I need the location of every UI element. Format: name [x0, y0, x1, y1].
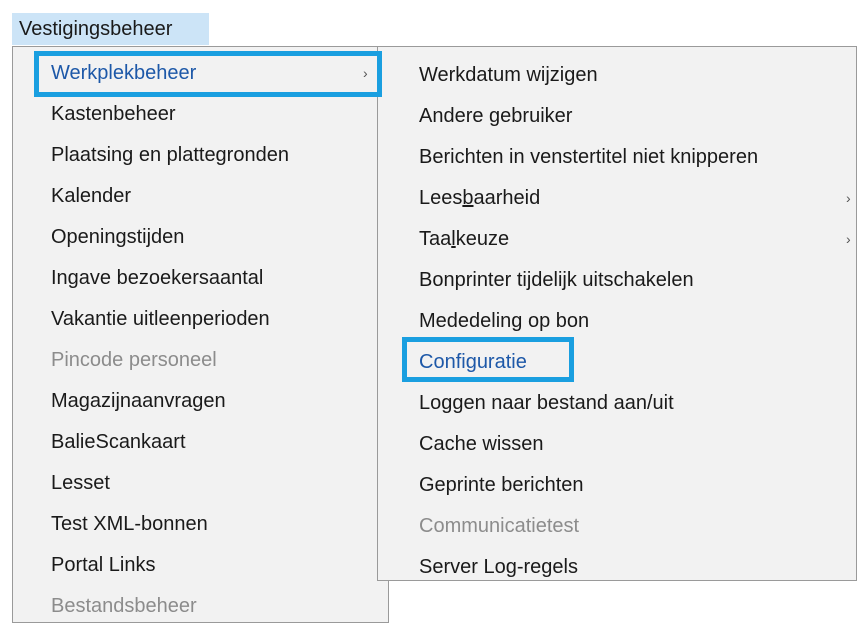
menu-item-label: Loggen naar bestand aan/uit: [419, 392, 674, 414]
chevron-right-icon: ›: [363, 65, 368, 81]
menu-item-baliescankaart[interactable]: BalieScankaart: [13, 422, 388, 462]
menu-item-label: Server Log-regels: [419, 556, 578, 578]
menu-item-label: Bestandsbeheer: [51, 595, 197, 617]
menu-item-label: Openingstijden: [51, 226, 185, 248]
menu-item-kalender[interactable]: Kalender: [13, 176, 388, 216]
menu-item-label: BalieScankaart: [51, 431, 186, 453]
submenu-item-communicatietest: Communicatietest: [378, 506, 856, 546]
menu-item-label: Configuratie: [419, 351, 527, 373]
menu-item-label: Bonprinter tijdelijk uitschakelen: [419, 269, 694, 291]
mnemonic-letter: b: [462, 187, 474, 209]
main-dropdown-menu: Werkplekbeheer › Kastenbeheer Plaatsing …: [12, 46, 389, 623]
menu-item-magazijnaanvragen[interactable]: Magazijnaanvragen: [13, 381, 388, 421]
submenu-item-werkdatum-wijzigen[interactable]: Werkdatum wijzigen: [378, 55, 856, 95]
menu-item-label: Geprinte berichten: [419, 474, 584, 496]
menu-item-label: Taalkeuze: [419, 228, 509, 250]
menu-item-label: Berichten in venstertitel niet knipperen: [419, 146, 759, 168]
chevron-right-icon: ›: [846, 231, 851, 247]
menu-item-lesset[interactable]: Lesset: [13, 463, 388, 503]
menu-bar: Vestigingsbeheer: [0, 0, 857, 46]
menu-item-label: Leesbaarheid: [419, 187, 540, 209]
werkplekbeheer-submenu: Werkdatum wijzigen Andere gebruiker Beri…: [377, 46, 857, 581]
menu-item-openingstijden[interactable]: Openingstijden: [13, 217, 388, 257]
chevron-right-icon: ›: [846, 190, 851, 206]
menu-item-werkplekbeheer[interactable]: Werkplekbeheer ›: [13, 53, 388, 93]
submenu-item-loggen-naar-bestand[interactable]: Loggen naar bestand aan/uit: [378, 383, 856, 423]
menu-item-label: Lesset: [51, 472, 110, 494]
menu-item-label: Magazijnaanvragen: [51, 390, 226, 412]
menu-item-vakantie-uitleenperioden[interactable]: Vakantie uitleenperioden: [13, 299, 388, 339]
menu-item-bestandsbeheer: Bestandsbeheer: [13, 586, 388, 626]
label-part: keuze: [455, 228, 510, 250]
menu-item-plaatsing-en-plattegronden[interactable]: Plaatsing en plattegronden: [13, 135, 388, 175]
menu-item-ingave-bezoekersaantal[interactable]: Ingave bezoekersaantal: [13, 258, 388, 298]
submenu-item-geprinte-berichten[interactable]: Geprinte berichten: [378, 465, 856, 505]
menu-item-label: Test XML-bonnen: [51, 513, 208, 535]
menu-item-test-xml-bonnen[interactable]: Test XML-bonnen: [13, 504, 388, 544]
menu-item-pincode-personeel: Pincode personeel: [13, 340, 388, 380]
menu-item-label: Cache wissen: [419, 433, 544, 455]
submenu-item-leesbaarheid[interactable]: Leesbaarheid ›: [378, 178, 856, 218]
menu-item-label: Vakantie uitleenperioden: [51, 308, 270, 330]
menu-item-portal-links[interactable]: Portal Links: [13, 545, 388, 585]
submenu-item-taalkeuze[interactable]: Taalkeuze ›: [378, 219, 856, 259]
submenu-item-server-log-regels[interactable]: Server Log-regels: [378, 547, 856, 587]
menu-item-label: Werkplekbeheer: [51, 62, 197, 84]
menu-item-label: Kalender: [51, 185, 132, 207]
label-part: Taa: [419, 228, 452, 250]
submenu-item-configuratie[interactable]: Configuratie: [378, 342, 856, 382]
submenu-item-bonprinter-uitschakelen[interactable]: Bonprinter tijdelijk uitschakelen: [378, 260, 856, 300]
submenu-item-mededeling-op-bon[interactable]: Mededeling op bon: [378, 301, 856, 341]
submenu-item-andere-gebruiker[interactable]: Andere gebruiker: [378, 96, 856, 136]
menu-item-label: Andere gebruiker: [419, 105, 573, 127]
menu-item-label: Plaatsing en plattegronden: [51, 144, 289, 166]
submenu-item-berichten-niet-knipperen[interactable]: Berichten in venstertitel niet knipperen: [378, 137, 856, 177]
menu-item-label: Portal Links: [51, 554, 156, 576]
menu-item-label: Ingave bezoekersaantal: [51, 267, 264, 289]
label-part: aarheid: [473, 187, 541, 209]
menubar-item-vestigingsbeheer[interactable]: Vestigingsbeheer: [12, 13, 209, 45]
menu-item-label: Kastenbeheer: [51, 103, 176, 125]
menu-item-label: Mededeling op bon: [419, 310, 590, 332]
submenu-item-cache-wissen[interactable]: Cache wissen: [378, 424, 856, 464]
menu-item-label: Pincode personeel: [51, 349, 217, 371]
menu-item-kastenbeheer[interactable]: Kastenbeheer: [13, 94, 388, 134]
menu-item-label: Communicatietest: [419, 515, 580, 537]
label-part: Lees: [419, 187, 463, 209]
menu-item-label: Werkdatum wijzigen: [419, 64, 598, 86]
